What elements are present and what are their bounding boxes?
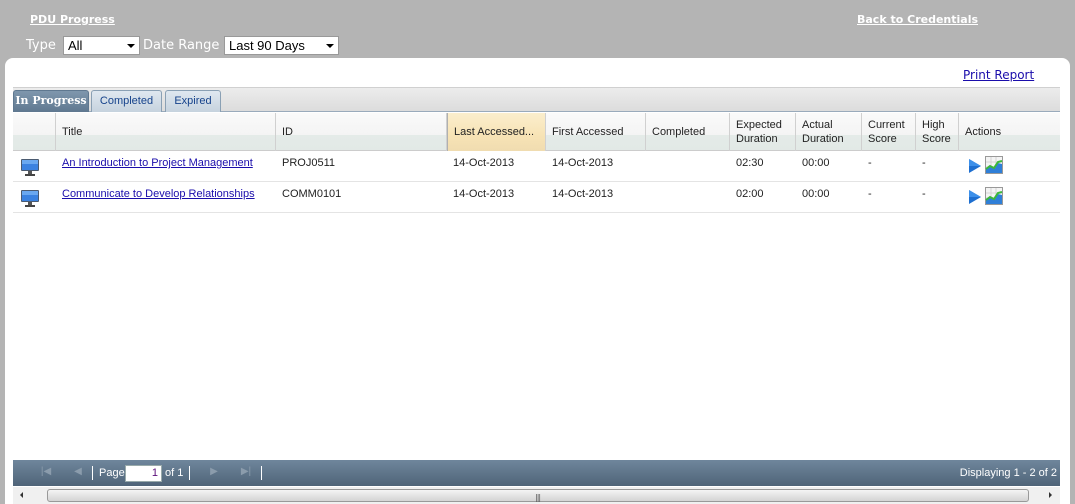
pdu-progress-link[interactable]: PDU Progress [30, 13, 115, 26]
grip-icon: ||| [535, 493, 541, 502]
course-title-link[interactable]: Communicate to Develop Relationships [62, 188, 255, 200]
current-score: - [868, 188, 872, 200]
scrollbar-thumb[interactable]: ||| [47, 489, 1029, 502]
chevron-down-icon [326, 44, 334, 48]
page-of-label: of 1 [165, 467, 184, 479]
play-icon[interactable] [968, 189, 982, 205]
column-header-current-score[interactable]: Current Score [862, 113, 916, 151]
print-report-link[interactable]: Print Report [963, 68, 1034, 82]
table-row: Communicate to Develop Relationships COM… [13, 182, 1060, 213]
column-header-completed[interactable]: Completed [646, 113, 730, 151]
column-header-title[interactable]: Title [56, 113, 276, 151]
tab-expired[interactable]: Expired [165, 90, 221, 112]
current-score: - [868, 157, 872, 169]
next-page-icon[interactable]: ▶ [207, 466, 221, 480]
column-header-icon [13, 113, 56, 151]
first-accessed: 14-Oct-2013 [552, 157, 614, 169]
type-select[interactable]: All [63, 36, 140, 55]
date-range-select-value: Last 90 Days [229, 38, 305, 53]
page-number-input[interactable]: 1 [125, 465, 162, 482]
progress-chart-icon[interactable] [985, 187, 1003, 205]
expected-duration: 02:30 [736, 157, 764, 169]
last-page-icon[interactable]: ▶| [239, 466, 253, 480]
first-accessed: 14-Oct-2013 [552, 188, 614, 200]
high-score: - [922, 157, 926, 169]
column-header-first-accessed[interactable]: First Accessed [546, 113, 646, 151]
page-background: PDU Progress Back to Credentials Type Al… [0, 0, 1075, 504]
progress-chart-icon[interactable] [985, 156, 1003, 174]
column-header-actual-duration[interactable]: Actual Duration [796, 113, 862, 151]
date-range-select[interactable]: Last 90 Days [224, 36, 339, 55]
pager-separator [261, 466, 262, 480]
course-title-link[interactable]: An Introduction to Project Management [62, 157, 253, 169]
course-id: COMM0101 [282, 188, 342, 200]
progress-grid: Title ID Last Accessed... First Accessed… [13, 113, 1060, 213]
actual-duration: 00:00 [802, 188, 830, 200]
tab-in-progress[interactable]: In Progress [13, 90, 89, 112]
last-accessed: 14-Oct-2013 [453, 188, 515, 200]
scroll-right-icon[interactable] [1049, 492, 1052, 498]
course-id: PROJ0511 [282, 157, 335, 169]
computer-monitor-icon [21, 190, 39, 207]
pager-separator [92, 466, 93, 480]
horizontal-scrollbar[interactable]: ||| [13, 487, 1060, 504]
previous-page-icon[interactable]: ◀ [71, 466, 85, 480]
column-header-expected-duration[interactable]: Expected Duration [730, 113, 796, 151]
page-label: Page [99, 467, 125, 479]
back-to-credentials-link[interactable]: Back to Credentials [857, 13, 978, 26]
tab-bar: In Progress Completed Expired [13, 87, 1060, 112]
high-score: - [922, 188, 926, 200]
tab-completed[interactable]: Completed [91, 90, 162, 112]
actual-duration: 00:00 [802, 157, 830, 169]
display-count: Displaying 1 - 2 of 2 [959, 467, 1057, 479]
column-header-id[interactable]: ID [276, 113, 447, 151]
date-range-label: Date Range [143, 38, 220, 53]
first-page-icon[interactable]: |◀ [39, 466, 53, 480]
table-row: An Introduction to Project Management PR… [13, 151, 1060, 182]
column-header-high-score[interactable]: High Score [916, 113, 959, 151]
play-icon[interactable] [968, 158, 982, 174]
pagination-bar: |◀ ◀ Page 1 of 1 ▶ ▶| Displaying 1 - 2 o… [13, 460, 1060, 486]
scroll-left-icon[interactable] [20, 492, 23, 498]
last-accessed: 14-Oct-2013 [453, 157, 515, 169]
completed [646, 182, 652, 213]
column-header-last-accessed[interactable]: Last Accessed... [447, 113, 546, 151]
column-header-actions: Actions [965, 126, 1002, 138]
pager-separator [189, 466, 190, 480]
type-label: Type [26, 38, 56, 53]
type-select-value: All [68, 38, 83, 53]
computer-monitor-icon [21, 159, 39, 176]
grid-header: Title ID Last Accessed... First Accessed… [13, 113, 1060, 151]
completed [646, 151, 652, 182]
chevron-down-icon [127, 44, 135, 48]
expected-duration: 02:00 [736, 188, 764, 200]
